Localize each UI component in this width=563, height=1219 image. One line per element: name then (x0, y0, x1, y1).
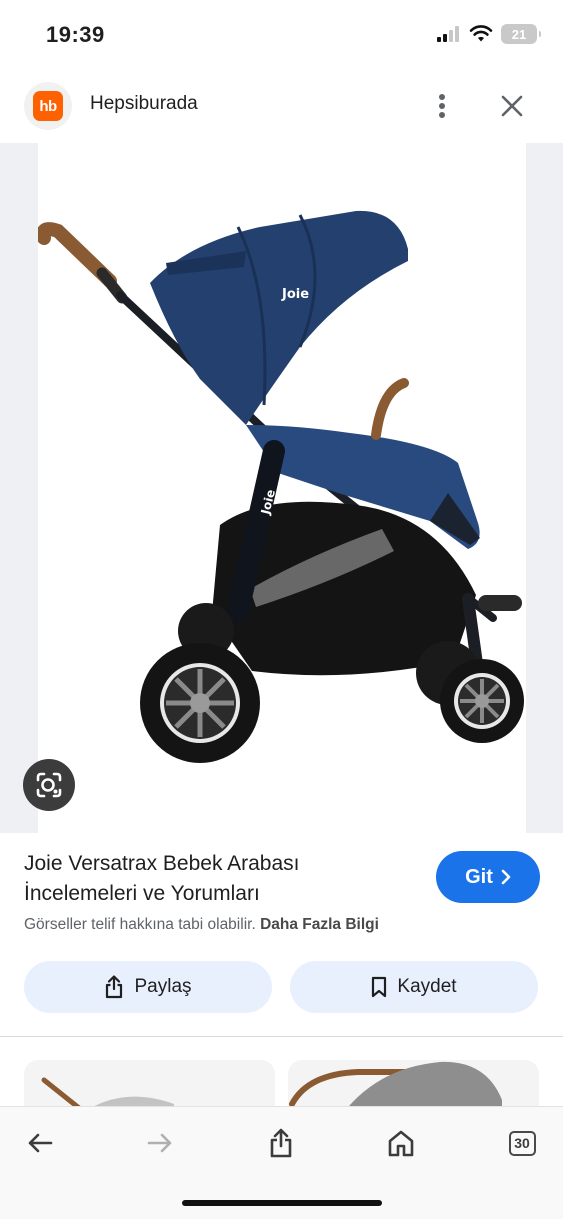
battery-level: 21 (511, 26, 527, 42)
share-page-button[interactable] (259, 1121, 303, 1165)
share-icon (270, 1128, 292, 1158)
more-options-button[interactable] (424, 86, 460, 126)
visit-button[interactable]: Git (436, 851, 540, 903)
app-header: hb Hepsiburada (0, 72, 563, 138)
arrow-left-icon (28, 1133, 53, 1153)
site-logo-badge: hb (33, 91, 63, 121)
arrow-right-icon (147, 1133, 172, 1153)
home-icon (388, 1130, 414, 1157)
status-time: 19:39 (46, 22, 105, 47)
close-icon (501, 95, 523, 117)
canopy-brand-mark: Joie (281, 287, 309, 302)
learn-more-link[interactable]: Daha Fazla Bilgi (260, 916, 379, 933)
status-icons: 21 (437, 24, 541, 44)
forward-button[interactable] (138, 1121, 182, 1165)
section-divider (0, 1036, 563, 1037)
close-button[interactable] (492, 86, 532, 126)
stroller-illustration: Joie Joie (38, 210, 524, 763)
tabs-button[interactable]: 30 (500, 1121, 544, 1165)
bookmark-icon (372, 976, 387, 998)
back-button[interactable] (18, 1121, 62, 1165)
save-label: Kaydet (397, 976, 457, 997)
result-title[interactable]: Joie Versatrax Bebek Arabası İncelemeler… (24, 849, 416, 909)
site-logo[interactable]: hb (24, 82, 72, 130)
battery-icon: 21 (501, 24, 541, 44)
home-indicator (182, 1200, 382, 1206)
status-bar: 19:39 21 (0, 0, 563, 70)
chevron-right-icon (501, 869, 511, 885)
copyright-notice: Görseller telif hakkına tabi olabilir. D… (24, 916, 379, 934)
signal-icon (437, 26, 459, 42)
home-button[interactable] (379, 1121, 423, 1165)
share-icon (106, 975, 123, 999)
visit-label: Git (465, 865, 493, 888)
copyright-text: Görseller telif hakkına tabi olabilir. (24, 916, 256, 933)
share-label: Paylaş (134, 976, 192, 997)
save-button[interactable]: Kaydet (290, 961, 538, 1013)
tab-count: 30 (508, 1130, 536, 1156)
product-image[interactable]: Joie Joie (38, 143, 526, 833)
share-button[interactable]: Paylaş (24, 961, 272, 1013)
site-name[interactable]: Hepsiburada (90, 93, 198, 115)
wifi-icon (469, 25, 493, 42)
image-viewer: Joie Joie (0, 143, 563, 833)
google-lens-button[interactable] (23, 759, 75, 811)
google-lens-icon (36, 772, 62, 798)
more-vert-icon (439, 94, 445, 118)
